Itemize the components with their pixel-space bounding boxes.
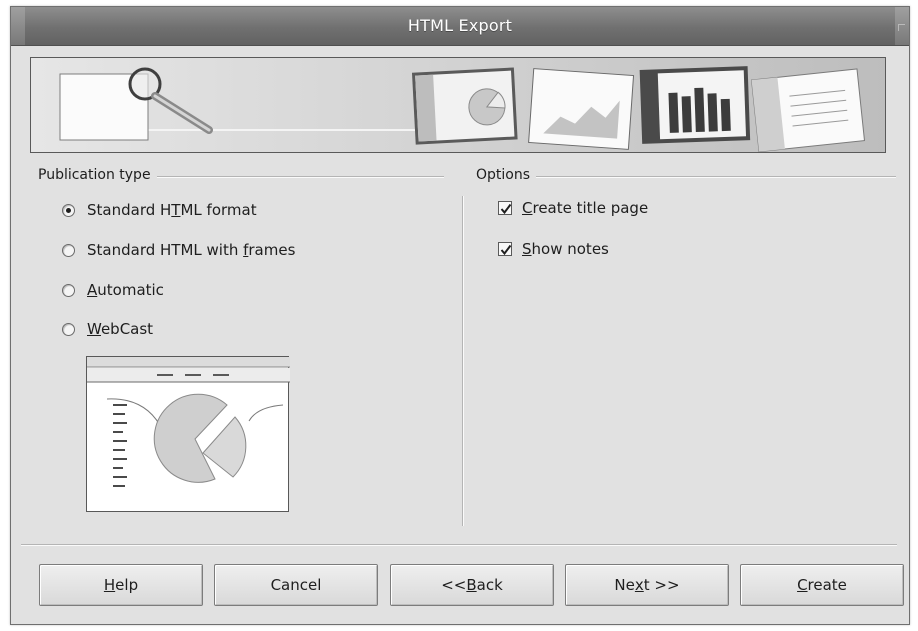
- title-bar[interactable]: HTML Export: [11, 7, 909, 46]
- radio-html-with-frames[interactable]: Standard HTML with frames: [62, 241, 295, 259]
- options-divider: [476, 176, 896, 178]
- radio-button[interactable]: [62, 322, 75, 336]
- back-button[interactable]: << Back: [390, 564, 554, 606]
- pie-chart-page-preview-icon: [87, 357, 290, 487]
- resize-grip-icon[interactable]: [898, 24, 905, 31]
- help-button[interactable]: Help: [39, 564, 203, 606]
- create-button[interactable]: Create: [740, 564, 904, 606]
- publication-preview-image: [86, 356, 290, 512]
- checkbox-label: Create title page: [522, 199, 649, 217]
- radio-button[interactable]: [62, 203, 75, 217]
- checkbox-show-notes[interactable]: Show notes: [498, 240, 609, 258]
- vertical-separator: [462, 196, 464, 526]
- radio-automatic[interactable]: Automatic: [62, 281, 164, 299]
- button-row-separator: [21, 544, 897, 546]
- checkbox-label: Show notes: [522, 240, 609, 258]
- radio-button[interactable]: [62, 243, 75, 257]
- checkbox[interactable]: [498, 242, 512, 256]
- radio-label: Standard HTML with frames: [87, 241, 296, 259]
- checkbox-create-title-page[interactable]: Create title page: [498, 199, 648, 217]
- radio-button[interactable]: [62, 283, 75, 297]
- radio-label: Automatic: [87, 281, 164, 299]
- radio-webcast[interactable]: WebCast: [62, 320, 153, 338]
- html-export-banner-icon: [31, 58, 885, 152]
- publication-type-heading: Publication type: [38, 167, 157, 183]
- radio-label: WebCast: [87, 320, 154, 338]
- header-banner-image: [30, 57, 886, 153]
- radio-label: Standard HTML format: [87, 201, 257, 219]
- checkbox[interactable]: [498, 201, 512, 215]
- radio-standard-html[interactable]: Standard HTML format: [62, 201, 257, 219]
- cancel-button[interactable]: Cancel: [214, 564, 378, 606]
- checkmark-icon: [500, 244, 512, 256]
- window-title: HTML Export: [407, 16, 513, 35]
- checkmark-icon: [500, 203, 512, 215]
- next-button[interactable]: Ne x t >>: [565, 564, 729, 606]
- options-heading: Options: [476, 167, 537, 183]
- title-bar-right-edge: [895, 7, 909, 45]
